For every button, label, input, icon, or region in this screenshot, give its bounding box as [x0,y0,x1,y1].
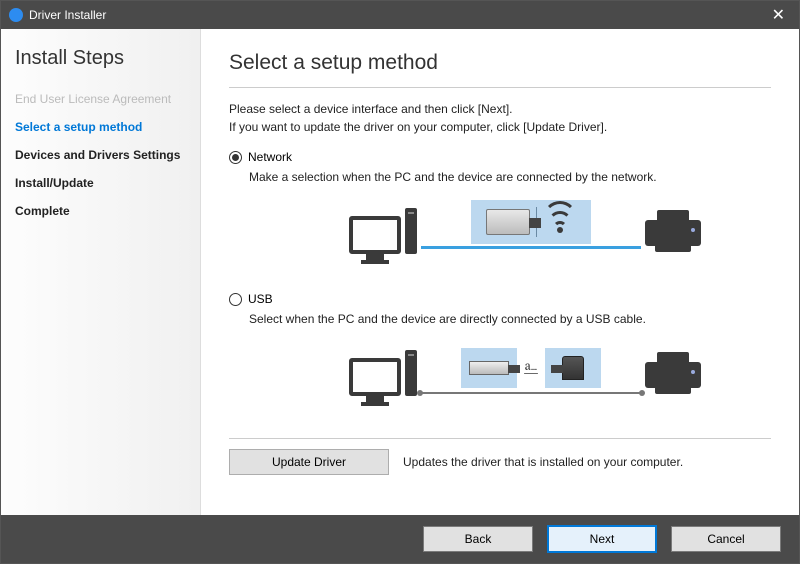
usb-b-plug-icon [562,356,584,380]
instruction-line1: Please select a device interface and the… [229,102,512,116]
footer: Back Next Cancel [1,515,799,563]
network-cable-icon [421,246,641,249]
option-network-label: Network [248,150,292,164]
main-panel: Select a setup method Please select a de… [201,29,799,515]
step-complete: Complete [15,204,186,218]
radio-network[interactable] [229,151,242,164]
cancel-button[interactable]: Cancel [671,526,781,552]
step-install-update: Install/Update [15,176,186,190]
step-setup-method: Select a setup method [15,120,186,134]
app-icon [9,8,23,22]
option-network-desc: Make a selection when the PC and the dev… [249,170,771,184]
usb-symbol-icon: ⎁ [523,357,539,380]
option-usb-head[interactable]: USB [229,292,771,306]
option-usb-label: USB [248,292,273,306]
usb-a-plug-icon [469,361,509,375]
pc-icon [349,208,417,254]
usb-cable-icon: ⎁ [421,392,641,394]
titlebar[interactable]: Driver Installer ✕ [1,1,799,29]
option-network-head[interactable]: Network [229,150,771,164]
step-devices-drivers: Devices and Drivers Settings [15,148,186,162]
printer-icon [645,352,701,394]
divider [229,87,771,88]
window-title: Driver Installer [29,8,766,22]
close-icon[interactable]: ✕ [766,5,791,25]
sidebar: Install Steps End User License Agreement… [1,29,201,515]
network-diagram [279,194,771,268]
pc-icon [349,350,417,396]
step-eula: End User License Agreement [15,92,186,106]
wifi-icon [543,207,577,237]
option-network[interactable]: Network Make a selection when the PC and… [229,150,771,284]
update-driver-desc: Updates the driver that is installed on … [403,455,683,469]
usb-badge: ⎁ [446,346,616,390]
update-driver-button[interactable]: Update Driver [229,449,389,475]
option-usb-desc: Select when the PC and the device are di… [249,312,771,326]
printer-icon [645,210,701,252]
instruction-text: Please select a device interface and the… [229,100,771,136]
next-button[interactable]: Next [547,525,657,553]
page-title: Select a setup method [229,51,771,75]
back-button[interactable]: Back [423,526,533,552]
sidebar-title: Install Steps [15,47,186,70]
body: Install Steps End User License Agreement… [1,29,799,515]
option-usb[interactable]: USB Select when the PC and the device ar… [229,292,771,426]
usb-diagram: ⎁ [279,336,771,410]
instruction-line2: If you want to update the driver on your… [229,120,607,134]
divider [229,438,771,439]
ethernet-plug-icon [486,209,530,235]
update-row: Update Driver Updates the driver that is… [229,449,771,475]
network-badge [471,200,591,244]
installer-window: Driver Installer ✕ Install Steps End Use… [0,0,800,564]
radio-usb[interactable] [229,293,242,306]
